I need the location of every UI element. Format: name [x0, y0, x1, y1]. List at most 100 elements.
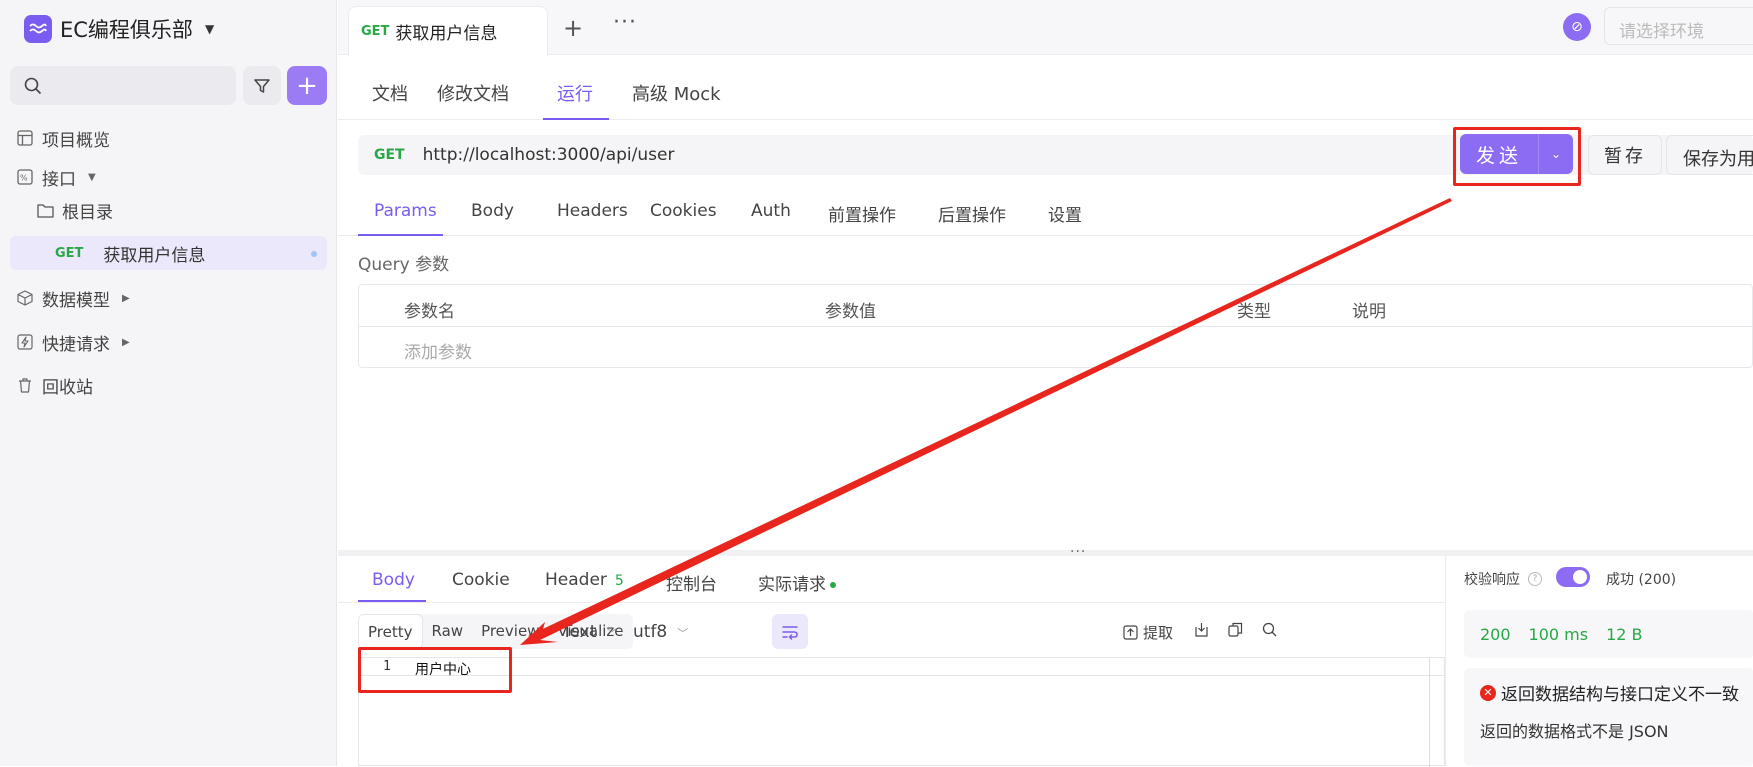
folder-root[interactable]: 根目录 [36, 195, 113, 225]
download-icon[interactable] [1194, 622, 1209, 637]
send-label: 发送 [1475, 144, 1522, 167]
caret-down-icon: ▼ [88, 171, 96, 183]
tab-console[interactable]: 控制台 [666, 570, 717, 595]
trash-icon [16, 376, 34, 394]
search-input[interactable] [10, 66, 236, 105]
caret-right-icon: ▶ [122, 336, 130, 348]
tab-cookies[interactable]: Cookies [650, 201, 717, 221]
layout-icon [16, 129, 34, 147]
filter-icon [254, 78, 270, 93]
tab-run[interactable]: 运行 [557, 80, 593, 106]
tab-response-cookie[interactable]: Cookie [452, 570, 510, 590]
tab-doc[interactable]: 文档 [372, 80, 408, 106]
copy-icon[interactable] [1228, 622, 1243, 637]
column-header: 类型 [1237, 302, 1271, 322]
tab-post-ops[interactable]: 后置操作 [938, 201, 1006, 226]
stash-button[interactable]: 暂存 [1588, 135, 1662, 175]
tab-params[interactable]: Params [374, 201, 437, 221]
team-logo-icon [24, 15, 52, 43]
method-badge: GET [361, 24, 390, 39]
sidebar-item-models[interactable]: 数据模型 ▶ [16, 283, 130, 313]
url-input[interactable]: http://localhost:3000/api/user [423, 145, 675, 165]
search-icon [24, 77, 42, 95]
column-header: 参数值 [825, 302, 876, 322]
response-stats: 200 100 ms 12 B [1464, 610, 1753, 658]
validation-panel: 校验响应 ? 成功 (200) 200 100 ms 12 B ✕ 返回数据结构… [1445, 556, 1753, 766]
caret-right-icon: ▶ [122, 292, 130, 304]
tab-edit-doc[interactable]: 修改文档 [437, 80, 509, 106]
lightning-icon [16, 333, 34, 351]
tab-title: 获取用户信息 [395, 24, 498, 44]
wrap-lines-button[interactable] [772, 614, 808, 649]
cube-icon [16, 289, 34, 307]
add-button[interactable]: + [287, 66, 327, 105]
divider [338, 602, 1445, 603]
send-button[interactable]: 发送 ⌄ [1460, 134, 1573, 174]
tab-response-body[interactable]: Body [372, 570, 415, 590]
search-icon[interactable] [1262, 622, 1277, 637]
count-badge: 5 [614, 573, 624, 589]
content-type-select[interactable]: Text ﹀ [562, 622, 617, 642]
more-icon[interactable]: ··· [613, 10, 637, 35]
response-time: 100 ms [1528, 624, 1589, 644]
format-raw[interactable]: Raw [423, 614, 473, 649]
plus-icon: + [296, 70, 318, 101]
environment-icon[interactable]: ⊘ [1563, 13, 1591, 41]
tab-label: 实际请求 [758, 575, 826, 595]
select-value: utf8 [633, 622, 668, 642]
tab-headers[interactable]: Headers [557, 201, 628, 221]
annotation-box-response [358, 647, 512, 693]
sidebar-item-apis[interactable]: % 接口 ▼ [16, 162, 96, 192]
save-as-case-button[interactable]: 保存为用例 [1666, 135, 1753, 175]
tab-bar: GET 获取用户信息 + ··· ⊘ 请选择环境 [338, 0, 1753, 56]
request-tabs: Params Body Headers Cookies Auth 前置操作 后置… [338, 186, 1753, 236]
add-param-input[interactable]: 添加参数 [404, 338, 472, 363]
encoding-select[interactable]: utf8 ﹀ [633, 622, 688, 642]
tab-get-user-info[interactable]: GET 获取用户信息 [348, 6, 548, 56]
api-icon: % [16, 168, 34, 186]
status-code: 200 [1480, 624, 1511, 644]
environment-select[interactable]: 请选择环境 [1604, 7, 1753, 45]
response-editor[interactable]: 1 用户中心 [358, 657, 1445, 767]
doc-tabs: 文档 修改文档 运行 高级 Mock [338, 56, 1753, 120]
folder-icon [36, 201, 54, 219]
team-switcher[interactable]: EC编程俱乐部 ▼ [24, 14, 214, 44]
sidebar-item-label: 接口 [42, 169, 76, 190]
scrollbar[interactable] [1429, 658, 1430, 767]
team-name: EC编程俱乐部 [60, 18, 193, 42]
tab-label: Header [545, 570, 607, 590]
tab-body[interactable]: Body [471, 201, 514, 221]
sidebar-item-quick[interactable]: 快捷请求 ▶ [16, 327, 130, 357]
wrap-icon [782, 625, 798, 640]
api-name: 获取用户信息 [103, 245, 206, 266]
error-icon: ✕ [1480, 684, 1496, 701]
help-icon[interactable]: ? [1528, 572, 1542, 586]
tab-actual-request[interactable]: 实际请求 [758, 570, 836, 595]
caret-down-icon: ▼ [204, 22, 215, 36]
tab-auth[interactable]: Auth [751, 201, 791, 221]
tab-response-header[interactable]: Header 5 [545, 570, 624, 590]
format-pretty[interactable]: Pretty [358, 614, 423, 649]
error-message: 返回的数据格式不是 JSON [1480, 722, 1669, 741]
extract-label: 提取 [1143, 624, 1174, 642]
unsaved-dot [311, 251, 317, 257]
tab-settings[interactable]: 设置 [1048, 201, 1082, 226]
new-tab-plus-icon[interactable]: + [563, 14, 583, 42]
method-select[interactable]: GET [374, 147, 405, 163]
api-list-item[interactable]: GET 获取用户信息 [10, 236, 327, 270]
tab-advanced-mock[interactable]: 高级 Mock [632, 80, 721, 106]
query-params-title: Query 参数 [358, 255, 450, 275]
filter-button[interactable] [243, 66, 281, 105]
chevron-down-icon[interactable]: ⌄ [1539, 147, 1573, 161]
sidebar-item-trash[interactable]: 回收站 [16, 370, 93, 400]
extract-button[interactable]: 提取 [1123, 622, 1173, 643]
response-size: 12 B [1606, 624, 1643, 644]
extract-icon [1123, 625, 1138, 640]
format-preview[interactable]: Preview [472, 614, 548, 649]
validate-toggle[interactable] [1556, 567, 1590, 587]
sidebar-item-label: 项目概览 [42, 130, 110, 151]
error-title-text: 返回数据结构与接口定义不一致 [1501, 685, 1739, 705]
sidebar-item-label: 回收站 [42, 377, 93, 398]
tab-pre-ops[interactable]: 前置操作 [828, 201, 896, 226]
sidebar-item-overview[interactable]: 项目概览 [16, 123, 110, 153]
